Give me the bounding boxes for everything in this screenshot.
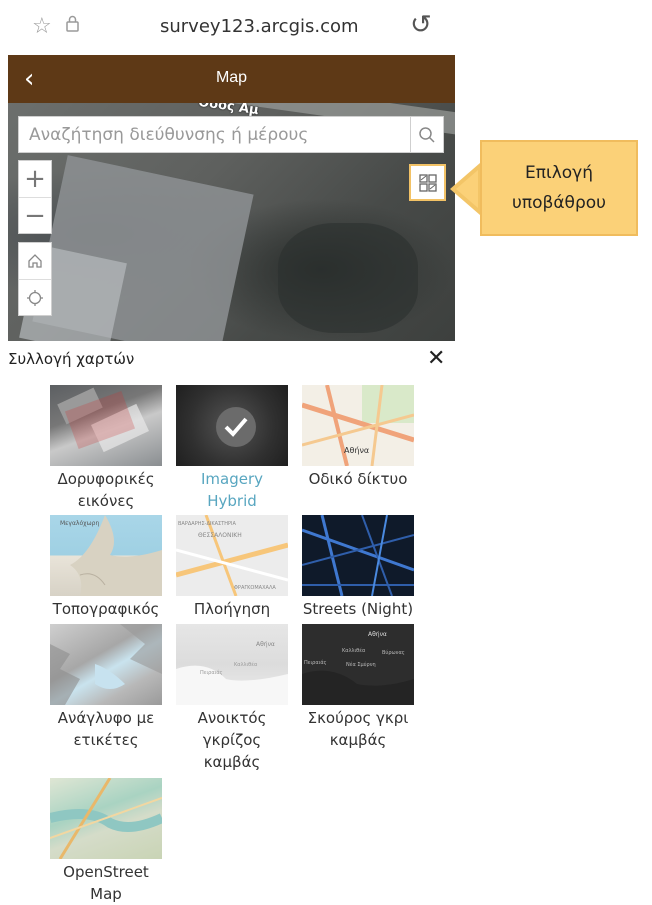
dark-gray-thumb-art: Αθήνα Καλλιθέα Πειραιάς Νέα Σμύρνη Βύρων… (302, 631, 414, 705)
streets-thumb-art: Αθήνα (302, 385, 414, 466)
streets-thumb-text: Αθήνα (344, 446, 369, 455)
header-title: Map (215, 69, 248, 86)
basemap-thumb-light-gray: Αθήνα Καλλιθέα Πειραιάς (176, 624, 288, 705)
callout-line-2: υποβάθρου (512, 193, 606, 213)
search-button[interactable] (411, 116, 444, 153)
topo-thumb-text: Μεγαλόχωρη (60, 520, 99, 527)
nav-thumb-text-1: ΒΑΡΔΑΡΗΣ-ΔΙΚΑΣΤΗΡΙΑ (178, 521, 237, 527)
basemap-label: Τοπογραφικός (52, 600, 160, 618)
home-icon (28, 254, 42, 268)
basemap-label: Ανάγλυφο με ετικέτες (57, 709, 155, 749)
basemap-item-dark-gray[interactable]: Αθήνα Καλλιθέα Πειραιάς Νέα Σμύρνη Βύρων… (302, 624, 414, 751)
basemap-thumb-imagery (50, 385, 162, 466)
basemap-item-topographic[interactable]: Μεγαλόχωρη Τοπογραφικός (50, 515, 162, 620)
search-input[interactable] (19, 117, 410, 152)
basemap-thumb-hybrid (176, 385, 288, 466)
url-text[interactable]: survey123.arcgis.com (160, 16, 359, 37)
map-shadow (278, 223, 418, 333)
basemap-thumb-terrain (50, 624, 162, 705)
basemap-thumb-topo: Μεγαλόχωρη (50, 515, 162, 596)
basemap-item-light-gray[interactable]: Αθήνα Καλλιθέα Πειραιάς Ανοικτός γκρίζος… (176, 624, 288, 773)
topo-thumb-art: Μεγαλόχωρη (60, 515, 162, 596)
basemap-thumb-night (302, 515, 414, 596)
basemap-item-navigation[interactable]: ΒΑΡΔΑΡΗΣ-ΔΙΚΑΣΤΗΡΙΑ ΘΕΣΣΑΛΟΝΙΚΗ ΦΡΑΓΚΟΜΑ… (176, 515, 288, 620)
basemap-item-terrain-labels[interactable]: Ανάγλυφο με ετικέτες (50, 624, 162, 751)
basemap-label: Imagery Hybrid (200, 470, 264, 510)
zoom-out-button[interactable]: − (19, 197, 51, 233)
osm-thumb-art (50, 778, 162, 859)
light-gray-thumb-text-2: Καλλιθέα (234, 661, 258, 668)
lock-icon (66, 15, 79, 32)
basemap-grid-icon (418, 173, 437, 192)
gallery-title: Συλλογή χαρτών (8, 350, 135, 368)
callout-line-1: Επιλογή (524, 163, 594, 183)
map-header: ‹ Map (8, 55, 455, 103)
bookmark-star-icon[interactable]: ☆ (32, 14, 52, 39)
basemap-gallery-button[interactable] (409, 164, 446, 201)
dark-gray-thumb-text-3: Πειραιάς (304, 659, 327, 666)
search-icon (419, 126, 435, 143)
light-gray-thumb-art: Αθήνα Καλλιθέα Πειραιάς (176, 641, 288, 705)
dark-gray-thumb-text-4: Νέα Σμύρνη (346, 661, 376, 668)
basemap-label: Streets (Night) (302, 600, 414, 618)
locate-button[interactable] (19, 279, 51, 315)
home-button[interactable] (19, 243, 51, 279)
nav-thumb-art: ΒΑΡΔΑΡΗΣ-ΔΙΚΑΣΤΗΡΙΑ ΘΕΣΣΑΛΟΝΙΚΗ ΦΡΑΓΚΟΜΑ… (176, 515, 288, 596)
map-tools (18, 242, 52, 316)
zoom-in-button[interactable]: + (19, 161, 51, 197)
close-icon[interactable]: ✕ (427, 346, 445, 371)
zoom-control: + − (18, 160, 52, 234)
light-gray-thumb-text-1: Αθήνα (256, 641, 275, 648)
basemap-label: Πλοήγηση (193, 600, 271, 618)
nav-thumb-text-2: ΘΕΣΣΑΛΟΝΙΚΗ (198, 532, 242, 539)
imagery-thumb-art (57, 387, 149, 453)
basemap-thumb-dark-gray: Αθήνα Καλλιθέα Πειραιάς Νέα Σμύρνη Βύρων… (302, 624, 414, 705)
hybrid-thumb-art (216, 407, 256, 447)
callout-box: Επιλογή υποβάθρου (480, 140, 638, 236)
basemap-thumb-streets: Αθήνα (302, 385, 414, 466)
basemap-item-openstreetmap[interactable]: OpenStreetMap (50, 778, 162, 905)
basemap-item-imagery[interactable]: Δορυφορικές εικόνες (50, 385, 162, 512)
dark-gray-thumb-text-2: Καλλιθέα (342, 647, 366, 654)
basemap-item-imagery-hybrid[interactable]: Imagery Hybrid (176, 385, 288, 512)
basemap-item-streets[interactable]: Αθήνα Οδικό δίκτυο (302, 385, 414, 490)
night-thumb-art (302, 515, 414, 596)
terrain-thumb-art (50, 624, 162, 705)
browser-address-bar: ☆ survey123.arcgis.com ↺ (0, 0, 652, 55)
basemap-item-streets-night[interactable]: Streets (Night) (302, 515, 414, 620)
reload-icon[interactable]: ↺ (410, 10, 432, 40)
basemap-label: Οδικό δίκτυο (308, 470, 408, 488)
nav-thumb-text-3: ΦΡΑΓΚΟΜΑΧΑΛΑ (234, 585, 276, 591)
dark-gray-thumb-text-5: Βύρωνας (382, 649, 405, 656)
basemap-label: Δορυφορικές εικόνες (57, 470, 155, 510)
basemap-thumb-osm (50, 778, 162, 859)
dark-gray-thumb-text-1: Αθήνα (368, 631, 387, 638)
locate-icon (27, 289, 43, 306)
basemap-label: Σκούρος γκρι καμβάς (307, 709, 409, 749)
light-gray-thumb-text-3: Πειραιάς (200, 669, 223, 676)
basemap-label: OpenStreetMap (63, 863, 149, 903)
basemap-label: Ανοικτός γκρίζος καμβάς (197, 709, 267, 771)
search-box[interactable] (18, 116, 411, 153)
map-view[interactable]: Οδός Αμ + − (8, 103, 455, 341)
basemap-thumb-nav: ΒΑΡΔΑΡΗΣ-ΔΙΚΑΣΤΗΡΙΑ ΘΕΣΣΑΛΟΝΙΚΗ ΦΡΑΓΚΟΜΑ… (176, 515, 288, 596)
callout-arrow-fill (456, 170, 478, 208)
